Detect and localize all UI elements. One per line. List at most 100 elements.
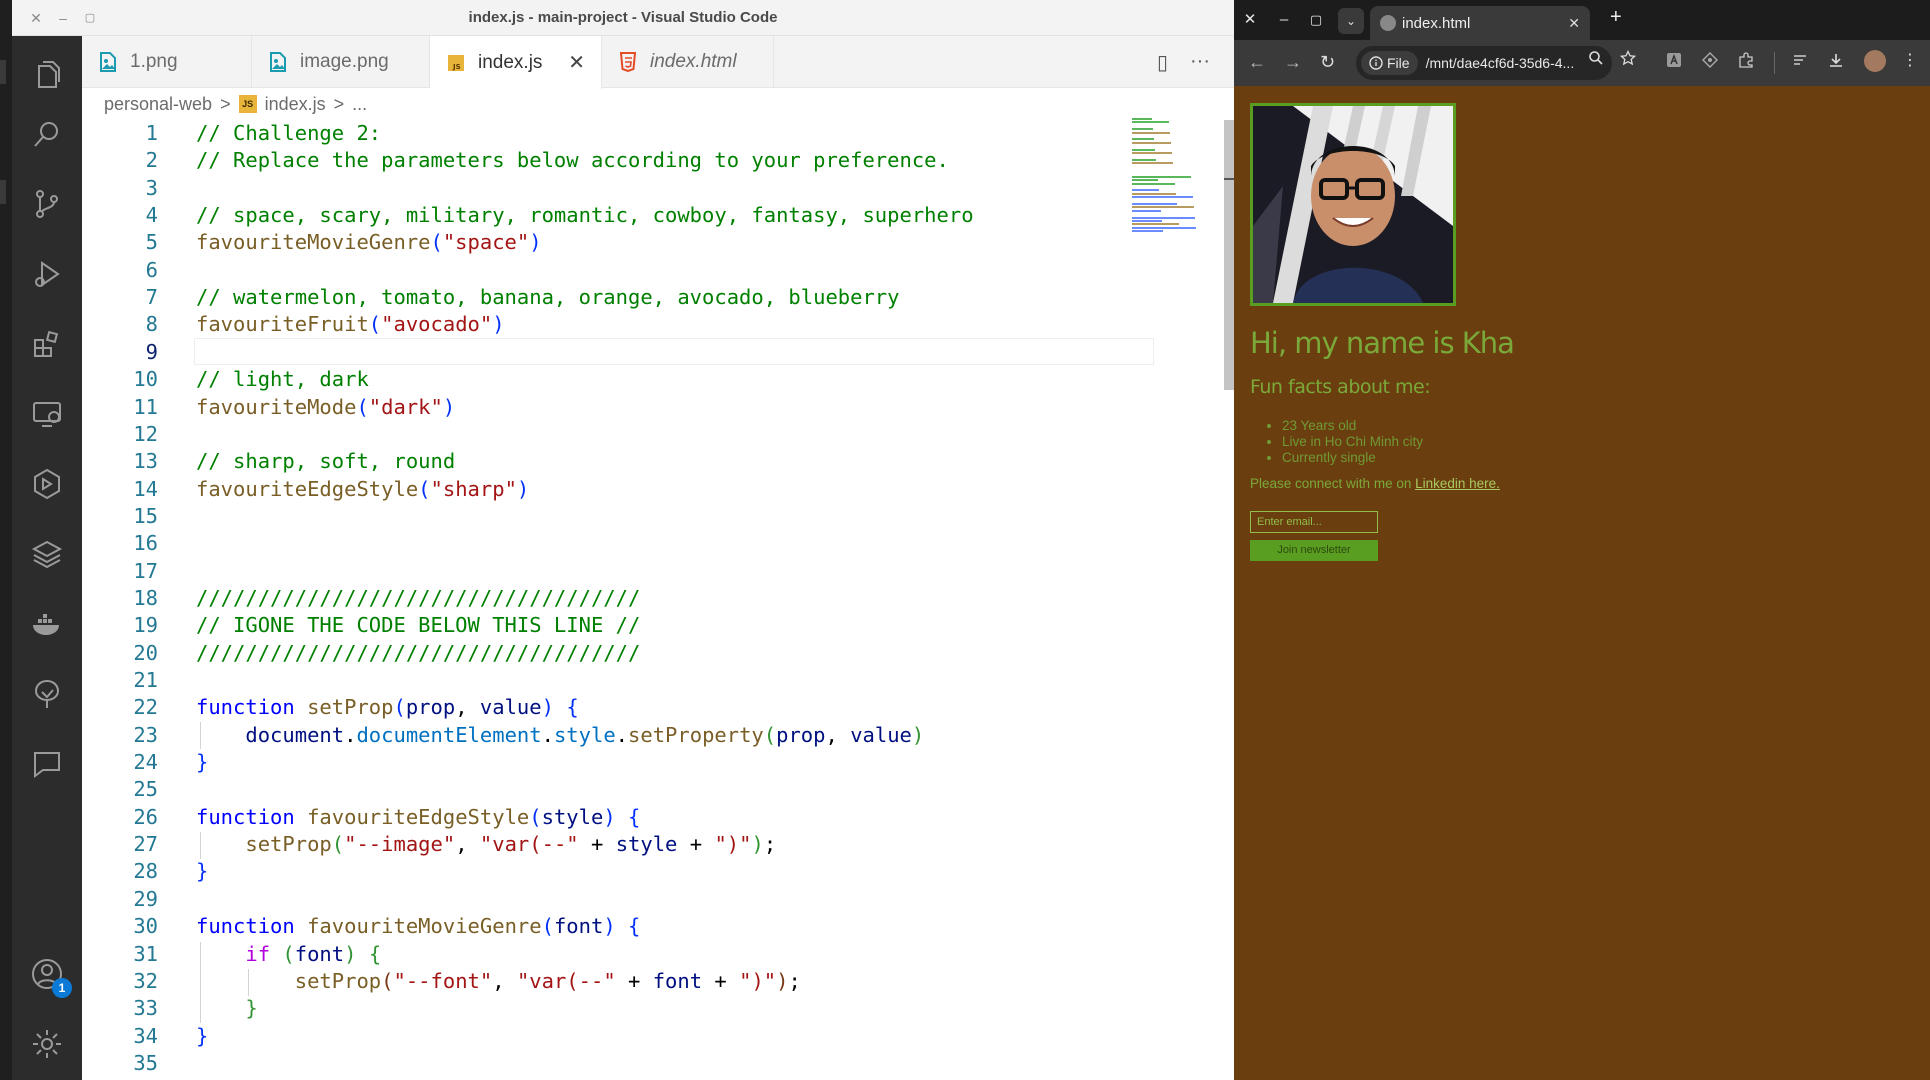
- code-line[interactable]: 5 favouriteMovieGenre("space"): [82, 229, 1222, 256]
- code-editor[interactable]: 1 // Challenge 2: 2 // Replace the paramete…: [82, 120, 1222, 1080]
- browser-menu-icon[interactable]: ⋮: [1900, 50, 1920, 70]
- translate-extension-icon[interactable]: [1664, 52, 1684, 72]
- files-icon[interactable]: [27, 54, 67, 94]
- tab-1-png[interactable]: 1.png: [82, 36, 252, 88]
- code-line[interactable]: 2 // Replace the parameters below accordi…: [82, 147, 1222, 174]
- code-line[interactable]: 4 // space, scary, military, romantic, co…: [82, 202, 1222, 229]
- chat-icon[interactable]: [27, 744, 67, 784]
- testing-icon[interactable]: [27, 464, 67, 504]
- site-info-chip[interactable]: File: [1361, 51, 1418, 75]
- code-line[interactable]: 23 document.documentElement.style.setPro…: [82, 722, 1222, 749]
- code-line[interactable]: 14 favouriteEdgeStyle("sharp"): [82, 476, 1222, 503]
- code-text: }: [196, 1023, 209, 1048]
- account-icon[interactable]: 1: [27, 954, 72, 998]
- code-line[interactable]: 32 setProp("--font", "var(--" + font + "…: [82, 968, 1222, 995]
- code-line[interactable]: 15: [82, 503, 1222, 530]
- code-line[interactable]: 27 setProp("--image", "var(--" + style +…: [82, 831, 1222, 858]
- code-line[interactable]: 26 function favouriteEdgeStyle(style) {: [82, 804, 1222, 831]
- close-icon[interactable]: ✕: [568, 50, 585, 75]
- code-text: // watermelon, tomato, banana, orange, a…: [196, 285, 900, 310]
- code-line[interactable]: 30 function favouriteMovieGenre(font) {: [82, 913, 1222, 940]
- code-line[interactable]: 33 }: [82, 995, 1222, 1022]
- run-debug-icon[interactable]: [27, 254, 67, 294]
- line-number: 25: [133, 777, 158, 802]
- source-control-icon[interactable]: [27, 184, 67, 224]
- code-line[interactable]: 12: [82, 421, 1222, 448]
- line-number: 19: [133, 613, 158, 638]
- remote-explorer-icon[interactable]: [27, 394, 67, 434]
- address-bar[interactable]: File /mnt/dae4cf6d-35d6-4...: [1356, 46, 1612, 80]
- layers-icon[interactable]: [27, 534, 67, 574]
- back-arrow-icon[interactable]: ←: [1248, 52, 1266, 73]
- code-line[interactable]: 25: [82, 776, 1222, 803]
- extensions-puzzle-icon[interactable]: [1736, 52, 1756, 72]
- line-number: 15: [133, 503, 158, 528]
- url-text: /mnt/dae4cf6d-35d6-4...: [1425, 55, 1575, 71]
- browser-maximize-button[interactable]: ▢: [1304, 8, 1328, 32]
- code-line[interactable]: 22 function setProp(prop, value) {: [82, 694, 1222, 721]
- tab-index-js[interactable]: JS index.js ✕: [430, 36, 602, 89]
- minimap[interactable]: [1132, 118, 1222, 298]
- breadcrumb-symbol[interactable]: ...: [352, 94, 367, 115]
- star-icon[interactable]: [1618, 49, 1638, 70]
- code-line[interactable]: 18 ////////////////////////////////////: [82, 585, 1222, 612]
- code-line[interactable]: 19 // IGONE THE CODE BELOW THIS LINE //: [82, 612, 1222, 639]
- code-line[interactable]: 10 // light, dark: [82, 366, 1222, 393]
- split-editor-icon[interactable]: ▯: [1157, 50, 1168, 75]
- reading-list-icon[interactable]: [1790, 52, 1810, 72]
- html-file-icon: [618, 51, 638, 73]
- code-line[interactable]: 13 // sharp, soft, round: [82, 448, 1222, 475]
- tab-index-html[interactable]: index.html: [602, 36, 774, 88]
- reload-icon[interactable]: ↻: [1320, 52, 1335, 73]
- code-text: function favouriteMovieGenre(font) {: [196, 914, 641, 939]
- code-line[interactable]: 16: [82, 530, 1222, 557]
- browser-tab-index-html[interactable]: index.html ✕: [1370, 6, 1590, 40]
- email-field[interactable]: Enter email...: [1250, 511, 1378, 533]
- more-actions-icon[interactable]: ···: [1190, 50, 1210, 75]
- minimap-line: [1132, 203, 1177, 205]
- globe-icon: [1380, 15, 1396, 31]
- code-line[interactable]: 24}: [82, 749, 1222, 776]
- new-tab-button[interactable]: +: [1610, 6, 1622, 29]
- line-number: 1: [145, 121, 158, 145]
- settings-gear-icon[interactable]: [27, 1024, 67, 1064]
- code-line[interactable]: 1 // Challenge 2:: [82, 120, 1222, 147]
- browser-minimize-button[interactable]: –: [1272, 8, 1296, 32]
- code-line[interactable]: 17: [82, 558, 1222, 585]
- docker-icon[interactable]: [27, 604, 67, 644]
- code-text: document.documentElement.style.setProper…: [245, 722, 925, 747]
- code-line[interactable]: 21: [82, 667, 1222, 694]
- code-line[interactable]: 8 favouriteFruit("avocado"): [82, 311, 1222, 338]
- code-line[interactable]: 9: [82, 339, 1222, 366]
- profile-avatar[interactable]: [1864, 50, 1886, 72]
- connect-label: Please connect with me on: [1250, 476, 1412, 491]
- breadcrumb-file[interactable]: index.js: [265, 94, 326, 115]
- code-line[interactable]: 3: [82, 175, 1222, 202]
- tree-icon[interactable]: [27, 674, 67, 714]
- extension-diamond-icon[interactable]: [1700, 52, 1720, 72]
- tab-image-png[interactable]: image.png: [252, 36, 430, 88]
- code-line[interactable]: 11 favouriteMode("dark"): [82, 394, 1222, 421]
- code-line[interactable]: 7 // watermelon, tomato, banana, orange, …: [82, 284, 1222, 311]
- code-line[interactable]: 34}: [82, 1023, 1222, 1050]
- close-icon[interactable]: ✕: [1568, 15, 1580, 32]
- browser-close-button[interactable]: ✕: [1238, 8, 1262, 32]
- code-line[interactable]: 31 if (font) {: [82, 941, 1222, 968]
- code-line[interactable]: 35: [82, 1050, 1222, 1077]
- breadcrumb-folder[interactable]: personal-web: [104, 94, 212, 115]
- line-number: 26: [133, 804, 158, 829]
- code-line[interactable]: 29: [82, 886, 1222, 913]
- linkedin-link[interactable]: Linkedin here.: [1415, 476, 1500, 491]
- join-newsletter-button[interactable]: Join newsletter: [1250, 540, 1378, 561]
- search-icon[interactable]: [27, 114, 67, 154]
- code-line[interactable]: 20 ////////////////////////////////////: [82, 640, 1222, 667]
- tab-search-dropdown-icon[interactable]: ⌄: [1338, 8, 1364, 34]
- code-line[interactable]: 28}: [82, 858, 1222, 885]
- zoom-icon[interactable]: [1586, 50, 1606, 70]
- extensions-icon[interactable]: [27, 324, 67, 364]
- code-line[interactable]: 6: [82, 257, 1222, 284]
- account-badge: 1: [52, 978, 72, 998]
- forward-arrow-icon[interactable]: →: [1284, 52, 1302, 73]
- code-text: function setProp(prop, value) {: [196, 695, 579, 720]
- download-icon[interactable]: [1826, 52, 1846, 72]
